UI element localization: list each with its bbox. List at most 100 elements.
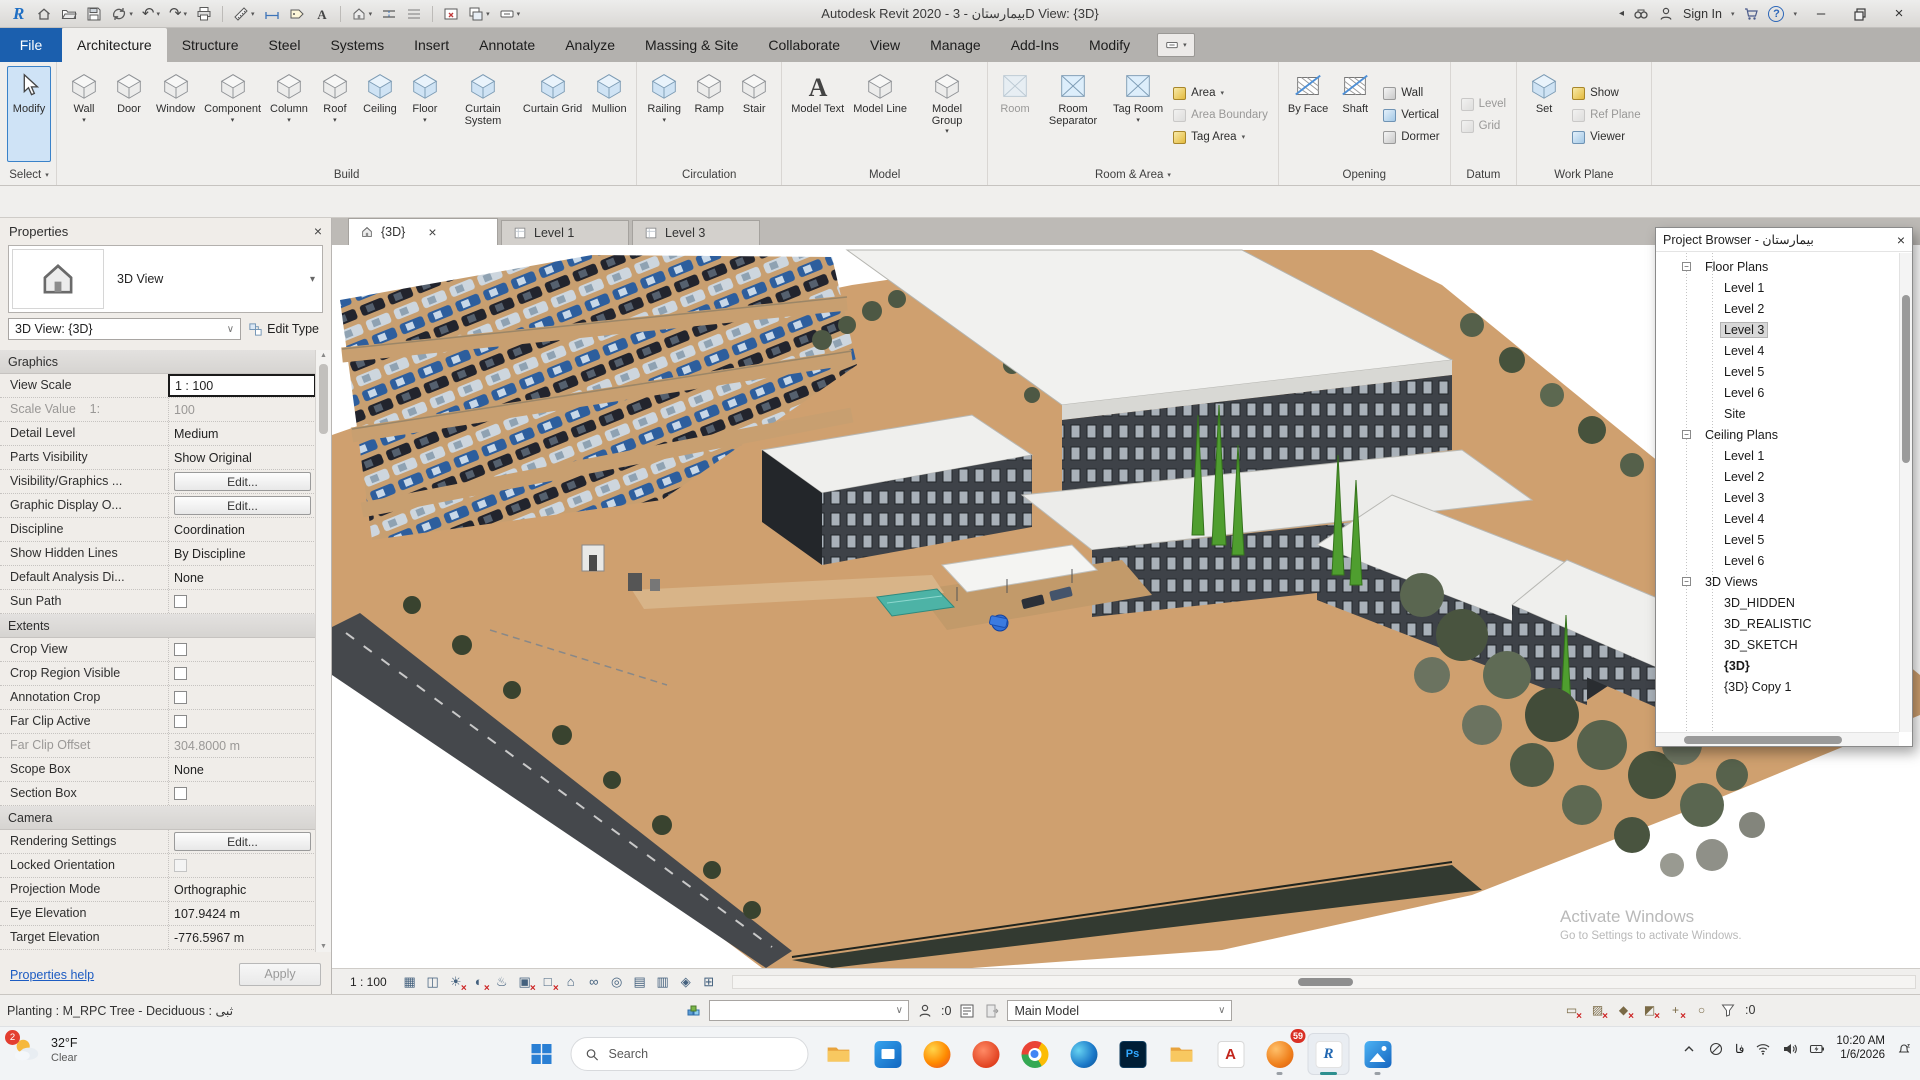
window-button[interactable]: Window xyxy=(152,66,199,162)
undo-button[interactable]: ↶▾ xyxy=(140,3,162,25)
scale-button[interactable]: 1 : 100 xyxy=(340,975,397,989)
taskbar-app-autocad[interactable]: A xyxy=(1210,1033,1252,1075)
select-panel-label[interactable]: Select▾ xyxy=(3,164,55,185)
section-button[interactable] xyxy=(379,3,399,25)
tab-insert[interactable]: Insert xyxy=(399,28,464,62)
editable-only-icon[interactable] xyxy=(915,1001,934,1020)
home-button[interactable] xyxy=(34,3,54,25)
taskbar-app-edge-dev[interactable]: 59 xyxy=(1259,1033,1301,1075)
type-selector-dropdown-icon[interactable]: ▾ xyxy=(310,274,322,285)
edit-button[interactable]: Edit... xyxy=(174,472,311,491)
reveal-hidden-elements-button[interactable]: ◎ xyxy=(607,972,627,991)
curtain-grid-button[interactable]: Curtain Grid xyxy=(519,66,586,162)
selection-toggle-underlay-off-button[interactable]: ▨× xyxy=(1588,1000,1607,1019)
tab-collaborate[interactable]: Collaborate xyxy=(753,28,855,62)
panel-label-circulation[interactable]: Circulation xyxy=(638,164,780,185)
panel-label-room-area[interactable]: Room & Area▾ xyxy=(989,164,1277,185)
worksharing-display-off-button[interactable]: ▥ xyxy=(653,972,673,991)
redo-button[interactable]: ↷▾ xyxy=(167,3,189,25)
redo-dropdown-icon[interactable]: ▾ xyxy=(184,10,188,18)
panel-label-datum[interactable]: Datum xyxy=(1452,164,1516,185)
view-scale-button[interactable]: ▦ xyxy=(400,972,420,991)
property-section-extents[interactable]: Extents xyxy=(0,614,316,638)
panel-label-build[interactable]: Build xyxy=(58,164,635,185)
language-indicator[interactable]: فا xyxy=(1735,1042,1744,1056)
mullion-button[interactable]: Mullion xyxy=(587,66,631,162)
tab-steel[interactable]: Steel xyxy=(254,28,316,62)
checkbox[interactable] xyxy=(174,787,187,800)
tab-view[interactable]: View xyxy=(855,28,915,62)
railing-button[interactable]: Railing▾ xyxy=(642,66,686,162)
selection-toggle-by-face-off-button[interactable]: ◩× xyxy=(1640,1000,1659,1019)
taskbar-app-edge[interactable] xyxy=(1063,1033,1105,1075)
default-3d-view-dropdown-icon[interactable]: ▾ xyxy=(369,10,373,18)
wall-dropdown-icon[interactable]: ▾ xyxy=(82,118,86,124)
detail-level-button[interactable]: ◫ xyxy=(423,972,443,991)
tree-item-level-1[interactable]: Level 1 xyxy=(1656,277,1899,298)
view-selector-combobox[interactable]: 3D View: {3D}∨ xyxy=(8,318,241,340)
crop-view-off-button[interactable]: ▣× xyxy=(515,972,535,991)
property-section-graphics[interactable]: Graphics xyxy=(0,350,316,374)
default-3d-view-button[interactable]: ▾ xyxy=(349,3,375,25)
collapse-icon[interactable]: − xyxy=(1682,577,1691,586)
tree-item-level-4[interactable]: Level 4 xyxy=(1656,340,1899,361)
view-tab-close-icon[interactable]: × xyxy=(428,224,436,240)
tree-item-3d-hidden[interactable]: 3D_HIDDEN xyxy=(1656,592,1899,613)
wall-button[interactable]: Wall xyxy=(1383,84,1439,102)
component-button[interactable]: Component▾ xyxy=(200,66,265,162)
tree-item-level-6[interactable]: Level 6 xyxy=(1656,382,1899,403)
print-button[interactable] xyxy=(194,3,214,25)
tab-massing-site[interactable]: Massing & Site xyxy=(630,28,753,62)
sign-in-button[interactable]: Sign In xyxy=(1683,7,1722,21)
ribbon-display-toggle[interactable]: ▾ xyxy=(1157,33,1195,57)
taskbar-app-folder[interactable] xyxy=(1161,1033,1203,1075)
tag-area-button[interactable]: Tag Area▾ xyxy=(1173,128,1268,146)
dormer-button[interactable]: Dormer xyxy=(1383,128,1439,146)
search-collapse-icon[interactable]: ◂ xyxy=(1619,8,1624,19)
worksets-combobox[interactable]: ∨ xyxy=(709,1000,909,1021)
properties-close-icon[interactable]: × xyxy=(314,223,322,239)
roof-button[interactable]: Roof▾ xyxy=(313,66,357,162)
floor-dropdown-icon[interactable]: ▾ xyxy=(423,118,427,124)
taskbar-app-file-explorer[interactable] xyxy=(818,1033,860,1075)
edit-button[interactable]: Edit... xyxy=(174,496,311,515)
minimize-button[interactable]: – xyxy=(1806,3,1836,25)
undo-dropdown-icon[interactable]: ▾ xyxy=(156,10,160,18)
collapse-icon[interactable]: − xyxy=(1682,262,1691,271)
tree-item-level-5[interactable]: Level 5 xyxy=(1656,361,1899,382)
customize-quick-access-toolbar-button[interactable]: ▾ xyxy=(497,3,523,25)
sign-in-dropdown-icon[interactable]: ▾ xyxy=(1731,10,1735,18)
horizontal-scrollbar[interactable] xyxy=(732,975,1916,989)
drag-elements-on-selection-off-button[interactable]: +× xyxy=(1666,1000,1685,1019)
tree-item-ceiling-plans[interactable]: −Ceiling Plans xyxy=(1656,424,1899,445)
save-button[interactable] xyxy=(84,3,104,25)
taskbar-app-firefox[interactable] xyxy=(916,1033,958,1075)
design-option-combobox[interactable]: Main Model∨ xyxy=(1007,1000,1232,1021)
tab-systems[interactable]: Systems xyxy=(315,28,399,62)
model-text-button[interactable]: Model Text xyxy=(787,66,848,162)
shaft-button[interactable]: Shaft xyxy=(1333,66,1377,162)
revit-logo-button[interactable]: R xyxy=(8,3,29,25)
tab-structure[interactable]: Structure xyxy=(167,28,254,62)
set-button[interactable]: Set xyxy=(1522,66,1566,162)
taskbar-app-chrome[interactable] xyxy=(1014,1033,1056,1075)
wifi-icon[interactable] xyxy=(1755,1041,1771,1057)
tab-analyze[interactable]: Analyze xyxy=(550,28,630,62)
help-icon[interactable]: ? xyxy=(1768,6,1784,22)
show-crop-region-off-button[interactable]: □× xyxy=(538,972,558,991)
panel-label-model[interactable]: Model xyxy=(783,164,986,185)
close-button[interactable]: × xyxy=(1884,3,1914,25)
exclude-options-icon[interactable] xyxy=(982,1001,1001,1020)
tree-item-site[interactable]: Site xyxy=(1656,403,1899,424)
tree-item-floor-plans[interactable]: −Floor Plans xyxy=(1656,256,1899,277)
taskbar-app-revit[interactable]: R xyxy=(1308,1033,1350,1075)
sync-with-central-dropdown-icon[interactable]: ▾ xyxy=(129,10,133,18)
help-dropdown-icon[interactable]: ▾ xyxy=(1793,10,1797,18)
aligned-dimension-button[interactable] xyxy=(262,3,282,25)
model-group-dropdown-icon[interactable]: ▾ xyxy=(945,129,949,135)
sync-with-central-button[interactable]: ▾ xyxy=(109,3,135,25)
tree-item-level-6[interactable]: Level 6 xyxy=(1656,550,1899,571)
viewer-button[interactable]: Viewer xyxy=(1572,128,1641,146)
volume-icon[interactable] xyxy=(1782,1041,1798,1057)
properties-scrollbar[interactable]: ▲▼ xyxy=(315,350,331,952)
